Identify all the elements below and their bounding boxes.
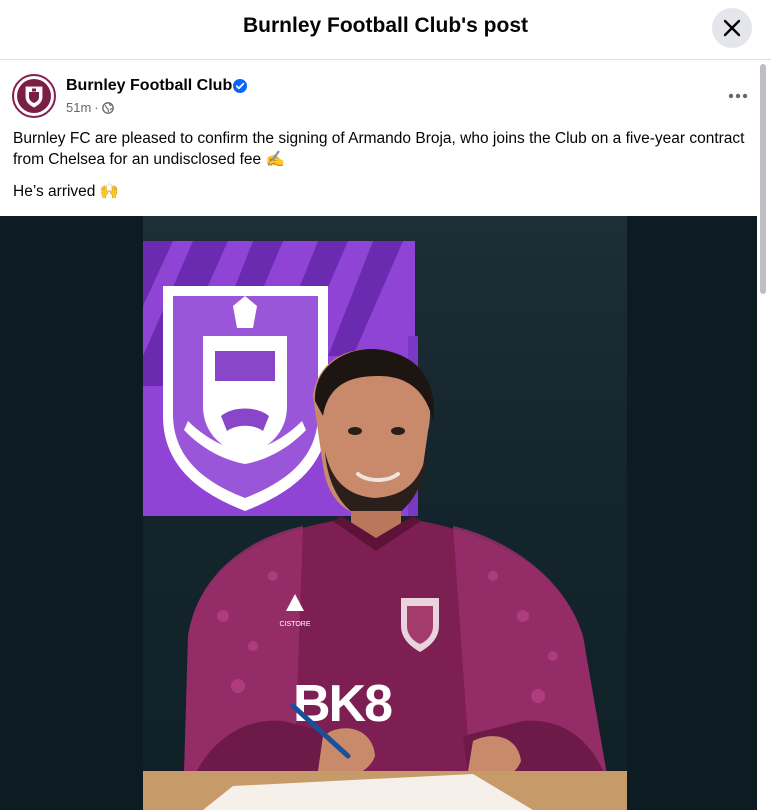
more-options-button[interactable] [724, 84, 752, 108]
post-dialog: Burnley Football Club's post Burnley Foo… [0, 0, 771, 810]
globe-icon[interactable] [101, 101, 114, 114]
post-timestamp[interactable]: 51m [66, 100, 91, 115]
dialog-header: Burnley Football Club's post [0, 0, 771, 60]
kit-brand-text: CISTORE [280, 621, 311, 628]
more-options-icon [728, 93, 748, 99]
post-text-paragraph-1: Burnley FC are pleased to confirm the si… [13, 130, 745, 168]
sponsor-text: BK8 [293, 675, 392, 733]
signing-photo-illustration: CISTORE BK8 [143, 241, 627, 810]
post-media[interactable]: CISTORE BK8 [0, 216, 757, 810]
close-icon [723, 19, 741, 37]
scrollbar-thumb[interactable] [760, 64, 766, 294]
post-text-paragraph-2: He’s arrived 🙌 [13, 183, 120, 200]
post-body: Burnley FC are pleased to confirm the si… [13, 128, 748, 213]
author-name[interactable]: Burnley Football Club [66, 77, 232, 95]
post-photo[interactable]: CISTORE BK8 [143, 216, 627, 810]
verified-badge-icon [233, 79, 247, 98]
meta-separator: · [94, 100, 99, 115]
dialog-title: Burnley Football Club's post [243, 14, 528, 37]
post-content[interactable]: Burnley Football Club 51m · Burnley FC a… [0, 61, 771, 810]
club-crest-icon [17, 79, 51, 113]
post-header: Burnley Football Club 51m · [12, 74, 752, 120]
avatar[interactable] [12, 74, 56, 118]
post-meta: 51m · [66, 100, 114, 115]
close-button[interactable] [712, 8, 752, 48]
